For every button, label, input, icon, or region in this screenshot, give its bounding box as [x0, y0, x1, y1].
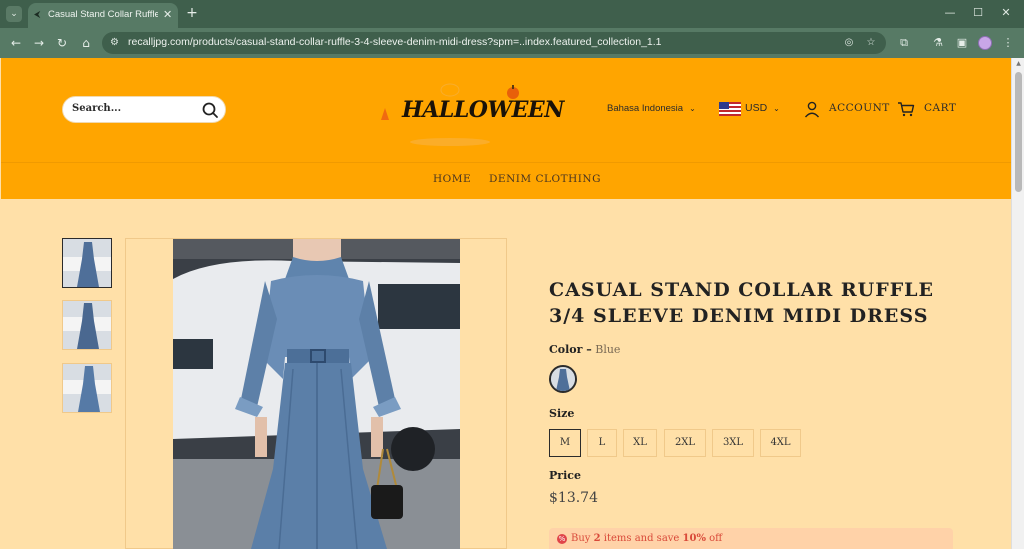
- main-product-image[interactable]: [173, 239, 460, 549]
- reload-icon[interactable]: ↻: [54, 35, 70, 51]
- lab-icon[interactable]: ⚗: [930, 35, 946, 51]
- color-label-text: Color –: [549, 343, 592, 356]
- new-tab-icon[interactable]: +: [184, 5, 200, 21]
- logo-text: HALLOWEEN: [402, 97, 564, 123]
- chevron-down-icon: ⌄: [773, 104, 780, 113]
- promo-text: Buy 2 items and save 10% off: [571, 533, 871, 547]
- url-text[interactable]: recalljpg.com/products/casual-stand-coll…: [128, 36, 828, 50]
- page: Search... HALLOWEEN Bahasa Indonesia ⌄ U…: [1, 58, 1011, 549]
- color-value: Blue: [595, 343, 621, 356]
- sidebar-icon[interactable]: ▣: [954, 35, 970, 51]
- forward-icon[interactable]: →: [31, 35, 47, 51]
- currency-selector[interactable]: USD ⌄: [745, 102, 787, 116]
- maximize-icon[interactable]: ☐: [968, 5, 988, 21]
- extensions-icon[interactable]: ⧉: [896, 35, 912, 51]
- site-info-icon[interactable]: ⚙: [110, 36, 124, 50]
- size-option-3xl[interactable]: 3XL: [712, 429, 754, 457]
- color-label: Color – Blue: [549, 343, 669, 357]
- browser-tabbar: ⌄ ⮜ Casual Stand Collar Ruffle 3/4 Sleev…: [0, 0, 1024, 28]
- size-option-m[interactable]: M: [549, 429, 581, 457]
- search-input[interactable]: Search...: [62, 96, 226, 123]
- site-logo[interactable]: HALLOWEEN: [375, 82, 564, 148]
- promo-count: 2: [593, 533, 601, 544]
- tab-title: Casual Stand Collar Ruffle 3/4 Sleeve: [48, 9, 158, 20]
- price-label: Price: [549, 469, 581, 482]
- size-option-l[interactable]: L: [587, 429, 617, 457]
- product-thumbnail[interactable]: [62, 300, 112, 350]
- minimize-icon[interactable]: —: [940, 5, 960, 21]
- nav-item-denim-clothing[interactable]: DENIM CLOTHING: [489, 173, 601, 187]
- scroll-up-icon[interactable]: ▲: [1015, 60, 1022, 68]
- language-label: Bahasa Indonesia: [607, 103, 684, 114]
- page-scrollbar[interactable]: ▲: [1011, 58, 1024, 549]
- nav-item-home[interactable]: HOME: [433, 173, 471, 187]
- dress-photo-icon: [63, 239, 111, 287]
- dress-swatch-icon: [551, 367, 575, 391]
- currency-label: USD: [745, 102, 768, 114]
- menu-icon[interactable]: ⋮: [1000, 35, 1016, 51]
- tab-search-icon[interactable]: ⌄: [6, 6, 22, 22]
- size-option-2xl[interactable]: 2XL: [664, 429, 706, 457]
- dress-photo-icon: [63, 364, 111, 412]
- us-flag-icon: [719, 102, 741, 116]
- promo-banner: % Buy 2 items and save 10% off: [549, 528, 953, 549]
- site-header: Search... HALLOWEEN Bahasa Indonesia ⌄ U…: [1, 58, 1011, 162]
- dress-photo-icon: [63, 301, 111, 349]
- address-bar[interactable]: ⚙ recalljpg.com/products/casual-stand-co…: [102, 32, 886, 54]
- product-price: $13.74: [549, 490, 598, 506]
- chevron-down-icon: ⌄: [689, 104, 696, 113]
- promo-suffix: off: [705, 533, 723, 544]
- home-icon[interactable]: ⌂: [78, 35, 94, 51]
- dress-photo-icon: [173, 239, 460, 549]
- promo-prefix: Buy: [571, 533, 594, 544]
- product-thumbnail[interactable]: [62, 363, 112, 413]
- promo-percent: 10%: [682, 533, 706, 544]
- profile-avatar[interactable]: [978, 36, 992, 50]
- back-icon[interactable]: ←: [8, 35, 24, 51]
- tab-close-icon[interactable]: ✕: [163, 8, 175, 22]
- language-selector[interactable]: Bahasa Indonesia ⌄: [607, 103, 701, 117]
- size-label: Size: [549, 407, 575, 420]
- bookmark-star-icon[interactable]: ☆: [864, 36, 878, 50]
- close-window-icon[interactable]: ✕: [996, 5, 1016, 21]
- size-option-4xl[interactable]: 4XL: [760, 429, 801, 457]
- browser-tab[interactable]: ⮜ Casual Stand Collar Ruffle 3/4 Sleeve …: [28, 3, 178, 28]
- color-swatch-blue[interactable]: [549, 365, 577, 393]
- search-placeholder: Search...: [72, 103, 122, 114]
- cart-icon[interactable]: [897, 100, 915, 118]
- size-option-xl[interactable]: XL: [623, 429, 657, 457]
- search-icon[interactable]: [200, 100, 220, 120]
- browser-toolbar: ← → ↻ ⌂ ⚙ recalljpg.com/products/casual-…: [0, 28, 1024, 58]
- product-title: Casual Stand Collar Ruffle 3/4 Sleeve De…: [549, 279, 935, 327]
- promo-middle: items and save: [600, 533, 683, 544]
- account-link[interactable]: ACCOUNT: [829, 102, 889, 116]
- discount-icon: %: [557, 534, 567, 544]
- account-icon[interactable]: [803, 100, 821, 118]
- eye-off-icon[interactable]: ◎: [842, 36, 856, 50]
- cart-link[interactable]: CART: [924, 102, 964, 116]
- product-thumbnail[interactable]: [62, 238, 112, 288]
- tab-favicon-icon: ⮜: [34, 10, 41, 20]
- scrollbar-thumb[interactable]: [1015, 72, 1022, 192]
